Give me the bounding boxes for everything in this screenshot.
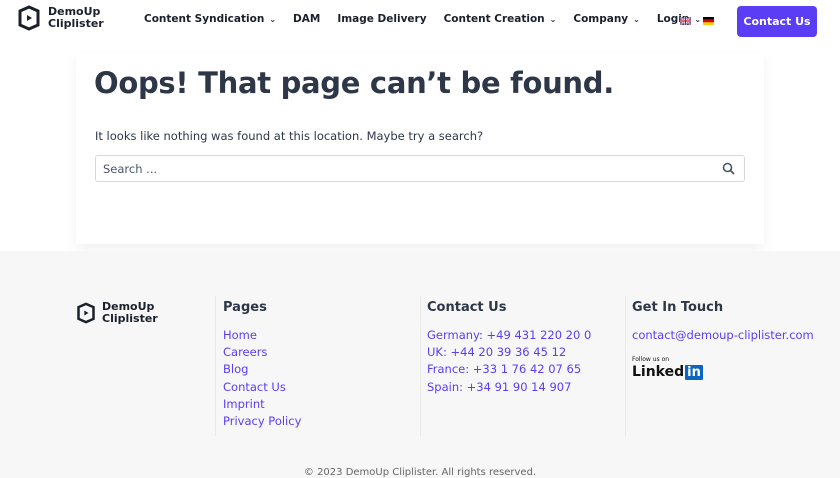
logo-line2: Cliplister (48, 17, 104, 30)
chevron-down-icon: ⌄ (269, 15, 277, 24)
page-title: Oops! That page can’t be found. (94, 66, 614, 100)
logo-icon (18, 5, 40, 31)
footer-link[interactable]: UK: +44 20 39 36 45 12 (427, 344, 591, 361)
footer-link[interactable]: France: +33 1 76 42 07 65 (427, 361, 591, 378)
chevron-down-icon: ⌄ (633, 15, 640, 24)
flag-de-icon[interactable] (703, 17, 714, 25)
not-found-message: It looks like nothing was found at this … (95, 129, 484, 143)
nav-item-company[interactable]: Company ⌄ (573, 13, 640, 25)
main-nav: Content Syndication ⌄ DAM Image Delivery Con… (144, 13, 701, 25)
footer-link[interactable]: Spain: +34 91 90 14 907 (427, 379, 591, 396)
footer-link[interactable]: Imprint (223, 396, 301, 413)
contact-column: Contact Us Germany: +49 431 220 20 0 UK: … (427, 300, 591, 396)
site-header: DemoUp Cliplister Content Syndication ⌄ DAM… (0, 0, 840, 44)
divider (420, 296, 421, 436)
nav-label: Image Delivery (337, 13, 427, 25)
site-footer: DemoUp Cliplister Pages Home Careers Blog Co… (0, 251, 840, 478)
contact-us-button[interactable]: Contact Us (737, 6, 817, 37)
email-link[interactable]: contact@demoup-cliplister.com (632, 327, 814, 344)
footer-link[interactable]: Blog (223, 361, 301, 378)
search-input[interactable]: Search ... (95, 155, 745, 182)
divider (215, 296, 216, 436)
chevron-down-icon: ⌄ (549, 15, 557, 24)
logo-line2: Cliplister (102, 312, 158, 325)
footer-link[interactable]: Careers (223, 344, 301, 361)
get-in-touch-heading: Get In Touch (632, 300, 724, 315)
logo[interactable]: DemoUp Cliplister (17, 5, 104, 31)
nav-label: Content Creation (443, 13, 545, 25)
footer-logo[interactable]: DemoUp Cliplister (76, 301, 158, 325)
pages-heading: Pages (223, 300, 267, 315)
divider (625, 296, 626, 436)
nav-label: Content Syndication (144, 13, 265, 25)
search-icon[interactable] (722, 162, 735, 175)
nav-label: DAM (293, 13, 321, 25)
nav-item-content-syndication[interactable]: Content Syndication ⌄ (144, 13, 276, 25)
logo-icon (77, 302, 95, 324)
footer-link[interactable]: Privacy Policy (223, 413, 301, 430)
linkedin-icon: Linked in (632, 364, 703, 381)
flag-uk-icon[interactable] (680, 17, 691, 25)
nav-item-image-delivery[interactable]: Image Delivery (337, 13, 426, 25)
get-in-touch-column: Get In Touch contact@demoup-cliplister.c… (632, 300, 814, 380)
search-placeholder: Search ... (103, 162, 158, 176)
copyright: © 2023 DemoUp Cliplister. All rights res… (303, 467, 537, 478)
contact-heading: Contact Us (427, 300, 507, 315)
nav-item-content-creation[interactable]: Content Creation ⌄ (444, 13, 557, 25)
pages-column: Pages Home Careers Blog Contact Us Imprint Pr… (223, 300, 301, 430)
footer-link[interactable]: Germany: +49 431 220 20 0 (427, 327, 591, 344)
main-content: Oops! That page can’t be found. It looks… (0, 44, 840, 251)
not-found-card: Oops! That page can’t be found. It looks… (76, 54, 764, 244)
linkedin-link[interactable]: Follow us on Linked in (632, 356, 814, 380)
follow-label: Follow us on (632, 356, 670, 364)
footer-link[interactable]: Contact Us (223, 379, 301, 396)
nav-label: Company (573, 13, 629, 25)
footer-link[interactable]: Home (223, 327, 301, 344)
nav-item-dam[interactable]: DAM (293, 13, 320, 25)
